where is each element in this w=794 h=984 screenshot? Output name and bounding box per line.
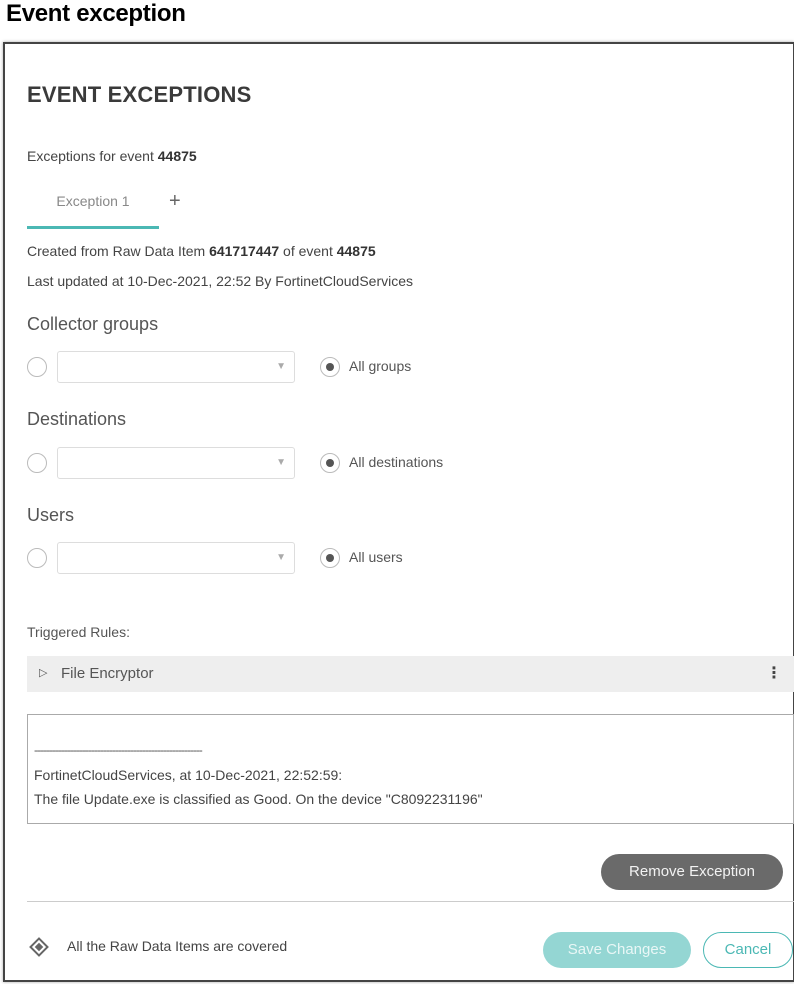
- remove-exception-button[interactable]: Remove Exception: [601, 854, 783, 890]
- rule-row-file-encryptor[interactable]: ▷ File Encryptor ⋮: [27, 656, 794, 692]
- last-updated-text: Last updated at 10-Dec-2021, 22:52 By Fo…: [27, 273, 414, 289]
- collector-groups-label: Collector groups: [27, 314, 159, 334]
- users-specific-radio[interactable]: [27, 548, 47, 568]
- rule-name: File Encryptor: [61, 665, 154, 682]
- created-from-text: Created from Raw Data Item 641717447 of …: [27, 243, 376, 259]
- page-heading: Event exception: [6, 0, 186, 27]
- save-changes-button[interactable]: Save Changes: [543, 932, 691, 968]
- destinations-select[interactable]: ▼: [57, 447, 295, 479]
- footer-divider: [27, 901, 794, 902]
- covered-status-text: All the Raw Data Items are covered: [67, 938, 288, 954]
- chevron-down-icon: ▼: [276, 361, 286, 372]
- event-exceptions-dialog: EVENT EXCEPTIONS Exceptions for event 44…: [3, 42, 794, 982]
- raw-data-item-id: 641717447: [209, 243, 280, 259]
- comment-line-text: The file Update.exe is classified as Goo…: [34, 791, 483, 807]
- tab-exception-1[interactable]: Exception 1: [27, 188, 159, 230]
- users-select[interactable]: ▼: [57, 542, 295, 574]
- all-destinations-label: All destinations: [349, 454, 444, 470]
- comment-textarea[interactable]: ----------------------------------------…: [27, 714, 794, 824]
- all-groups-label: All groups: [349, 358, 412, 374]
- kebab-menu-icon[interactable]: ⋮: [766, 663, 782, 683]
- collector-groups-select[interactable]: ▼: [57, 351, 295, 383]
- exceptions-for-event: Exceptions for event 44875: [27, 148, 197, 164]
- all-users-label: All users: [349, 549, 403, 565]
- users-label: Users: [27, 505, 75, 525]
- created-event-id: 44875: [336, 243, 376, 259]
- comment-separator: ----------------------------------------…: [34, 743, 203, 757]
- chevron-down-icon: ▼: [276, 457, 286, 468]
- created-mid: of event: [279, 243, 337, 259]
- destinations-specific-radio[interactable]: [27, 453, 47, 473]
- chevron-down-icon: ▼: [276, 552, 286, 563]
- created-prefix: Created from Raw Data Item: [27, 243, 210, 259]
- diamond-icon: [29, 937, 49, 957]
- add-exception-plus-icon[interactable]: +: [169, 188, 181, 214]
- triggered-rules-label: Triggered Rules:: [27, 624, 130, 640]
- dialog-title: EVENT EXCEPTIONS: [27, 82, 252, 107]
- destinations-label: Destinations: [27, 409, 127, 429]
- comment-line-author: FortinetCloudServices, at 10-Dec-2021, 2…: [34, 767, 343, 783]
- triangle-right-icon[interactable]: ▷: [39, 666, 47, 679]
- event-id: 44875: [157, 148, 197, 164]
- cancel-button[interactable]: Cancel: [703, 932, 793, 968]
- all-users-radio[interactable]: [320, 548, 340, 568]
- exceptions-for-prefix: Exceptions for event: [27, 148, 158, 164]
- all-destinations-radio[interactable]: [320, 453, 340, 473]
- collector-groups-specific-radio[interactable]: [27, 357, 47, 377]
- tab-active-indicator: [27, 226, 159, 229]
- all-groups-radio[interactable]: [320, 357, 340, 377]
